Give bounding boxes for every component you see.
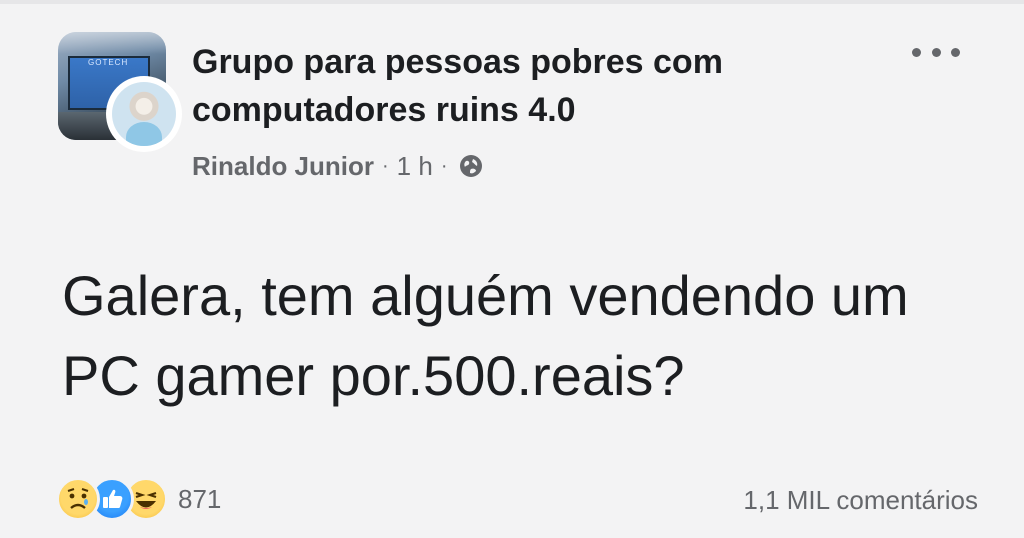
user-avatar-photo <box>112 82 176 146</box>
reactions-summary[interactable]: 871 <box>56 476 221 522</box>
author-name-link[interactable]: Rinaldo Junior <box>192 151 374 182</box>
user-avatar[interactable] <box>106 76 182 152</box>
more-dot-2 <box>931 47 941 57</box>
more-options-icon[interactable] <box>912 40 960 64</box>
avatar-shine <box>58 32 166 54</box>
meta-separator: · <box>382 154 389 177</box>
post-timestamp[interactable]: 1 h <box>397 151 433 182</box>
top-divider <box>0 0 1024 4</box>
more-dot-1 <box>912 47 921 57</box>
comments-count-link[interactable]: 1,1 MIL comentários <box>743 478 978 522</box>
group-name-link[interactable]: Grupo para pessoas pobres com computador… <box>192 38 892 134</box>
post-meta: Rinaldo Junior · 1 h · <box>192 146 484 186</box>
avatar-monitor-text: GOTECH <box>88 58 129 67</box>
globe-icon[interactable] <box>458 153 484 179</box>
post-text: Galera, tem alguém vendendo um PC gamer … <box>62 264 909 407</box>
more-dot-3 <box>951 47 960 57</box>
reaction-count[interactable]: 871 <box>178 484 221 515</box>
avatar-group[interactable]: GOTECH <box>58 32 182 152</box>
meta-separator-2: · <box>440 154 448 177</box>
sad-reaction-icon <box>56 477 100 521</box>
user-avatar-figure <box>126 122 162 146</box>
